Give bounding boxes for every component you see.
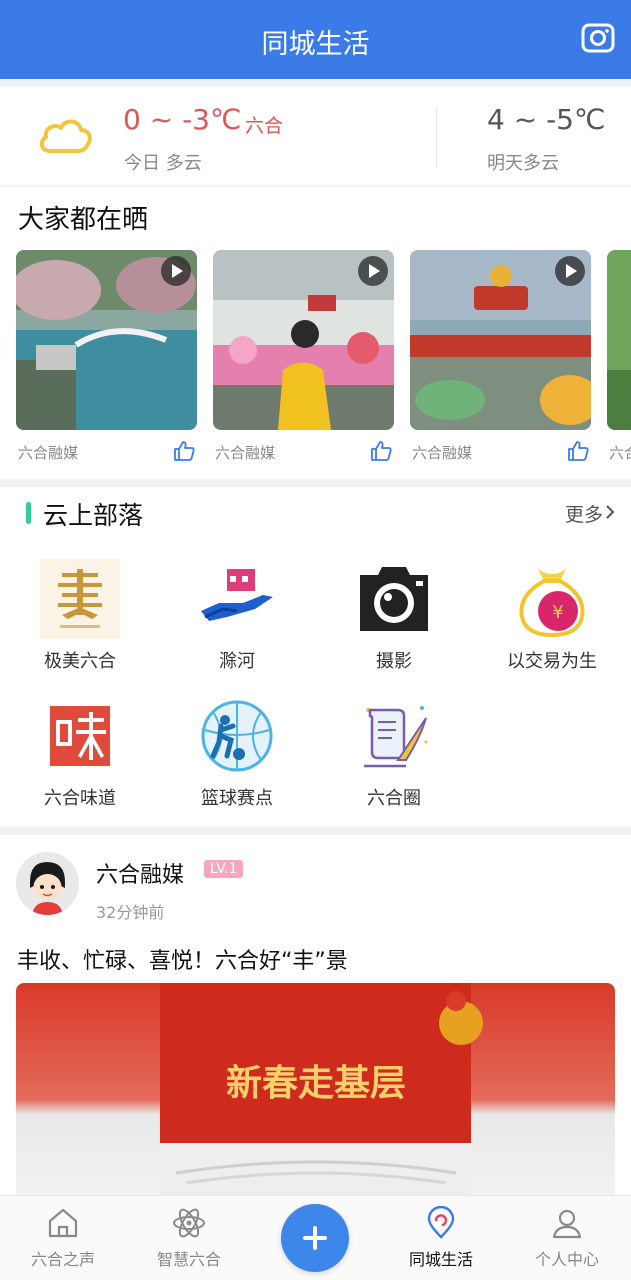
photo-thumbnail[interactable] xyxy=(410,250,591,430)
section-title: 云上部落 xyxy=(43,501,144,530)
jimei-liuhe-logo-icon xyxy=(40,559,120,639)
location-pin-icon xyxy=(424,1205,458,1240)
photo-source: 六合融媒 xyxy=(412,444,473,462)
cloud-icon xyxy=(36,115,94,155)
today-condition: 今日 多云 xyxy=(124,153,202,174)
tribe-item-label: 极美六合 xyxy=(44,651,116,672)
post-card[interactable]: 六合融媒 LV.1 32分钟前 丰收、忙碌、喜悦！六合好“丰”景 新春走基层 xyxy=(0,835,631,1195)
tribe-item-label: 摄影 xyxy=(376,651,412,672)
photo-thumbnail[interactable] xyxy=(607,250,631,430)
photo-card[interactable]: 六合融媒 xyxy=(16,250,197,462)
chevron-right-icon[interactable] xyxy=(603,503,617,521)
author-name[interactable]: 六合融媒 xyxy=(96,857,184,889)
tab-label: 六合之声 xyxy=(30,1250,95,1269)
tribe-item[interactable]: ¥ 以交易为生 xyxy=(472,559,631,673)
hand-house-icon xyxy=(197,559,277,639)
svg-text:¥: ¥ xyxy=(552,602,563,623)
tribe-item-label: 滁河 xyxy=(219,651,255,672)
tab-label: 个人中心 xyxy=(534,1250,599,1269)
section-title: 大家都在晒 xyxy=(18,205,149,235)
more-link[interactable]: 更多 xyxy=(565,500,603,527)
photo-card[interactable]: 六合融媒 xyxy=(213,250,394,462)
add-button[interactable] xyxy=(281,1204,349,1272)
tab-profile[interactable]: 个人中心 xyxy=(504,1206,630,1270)
basketball-icon xyxy=(197,696,277,776)
level-badge: LV.1 xyxy=(204,860,244,878)
tab-smart[interactable]: 智慧六合 xyxy=(126,1206,252,1270)
thumbs-up-icon[interactable] xyxy=(567,440,589,462)
wei-character-icon xyxy=(40,696,120,776)
play-icon[interactable] xyxy=(555,256,585,286)
tribe-item[interactable]: 篮球赛点 xyxy=(157,696,317,810)
today-temperature: 0 ~ -3℃ xyxy=(123,103,242,136)
tribe-item[interactable]: 极美六合 xyxy=(0,559,160,673)
avatar[interactable] xyxy=(16,852,79,915)
atom-icon xyxy=(172,1206,206,1240)
screen: 同城生活 0 ~ -3℃ 六合 今日 多云 4 ~ -5℃ 明天多云 大家都在晒 xyxy=(0,0,631,1280)
weather-card[interactable]: 0 ~ -3℃ 六合 今日 多云 4 ~ -5℃ 明天多云 xyxy=(0,87,631,185)
tab-city-life[interactable]: 同城生活 xyxy=(378,1205,504,1270)
photo-source: 六合 xyxy=(609,444,631,462)
camera-icon xyxy=(354,559,434,639)
photo-card[interactable]: 六合融媒 xyxy=(410,250,591,462)
tab-label: 同城生活 xyxy=(408,1250,473,1269)
banner-text: 新春走基层 xyxy=(226,1062,406,1104)
tribe-item[interactable]: 滁河 xyxy=(157,559,317,673)
photo-thumbnail[interactable] xyxy=(213,250,394,430)
page-title: 同城生活 xyxy=(261,29,370,60)
home-icon xyxy=(46,1206,80,1240)
section-accent-bar xyxy=(26,502,31,524)
play-icon[interactable] xyxy=(358,256,388,286)
photo-thumbnail[interactable] xyxy=(16,250,197,430)
scroll-quill-icon xyxy=(354,696,434,776)
user-icon xyxy=(550,1206,584,1240)
camera-icon[interactable] xyxy=(581,22,615,54)
tab-home[interactable]: 六合之声 xyxy=(0,1206,126,1270)
photos-section: 大家都在晒 六合融媒 六合融媒 六合融媒 六 xyxy=(0,187,631,479)
post-image[interactable]: 新春走基层 xyxy=(16,983,615,1195)
photo-card[interactable]: 六合 xyxy=(607,250,631,462)
thumbs-up-icon[interactable] xyxy=(370,440,392,462)
play-icon[interactable] xyxy=(161,256,191,286)
post-title[interactable]: 丰收、忙碌、喜悦！六合好“丰”景 xyxy=(17,943,348,975)
tribe-item[interactable]: 六合圈 xyxy=(314,696,474,810)
divider xyxy=(436,107,437,167)
location-label: 六合 xyxy=(245,115,284,137)
tribe-item[interactable]: 摄影 xyxy=(314,559,474,673)
tribe-item-label: 六合味道 xyxy=(44,788,116,809)
tab-label: 智慧六合 xyxy=(156,1250,221,1269)
tribe-section: 云上部落 更多 极美六合 滁河 摄影 ¥ 以交易为生 六合味道 篮球赛点 六合圈 xyxy=(0,487,631,827)
thumbs-up-icon[interactable] xyxy=(173,440,195,462)
top-app-bar: 同城生活 xyxy=(0,0,631,79)
tomorrow-condition: 明天多云 xyxy=(487,153,559,174)
post-time: 32分钟前 xyxy=(96,903,165,922)
tribe-item-label: 篮球赛点 xyxy=(201,788,273,809)
photo-source: 六合融媒 xyxy=(18,444,79,462)
tribe-item[interactable]: 六合味道 xyxy=(0,696,160,810)
photo-source: 六合融媒 xyxy=(215,444,276,462)
tribe-item-label: 六合圈 xyxy=(367,788,421,809)
tribe-item-label: 以交易为生 xyxy=(507,651,597,672)
money-bag-icon: ¥ xyxy=(512,559,592,639)
tomorrow-temperature: 4 ~ -5℃ xyxy=(487,103,606,136)
